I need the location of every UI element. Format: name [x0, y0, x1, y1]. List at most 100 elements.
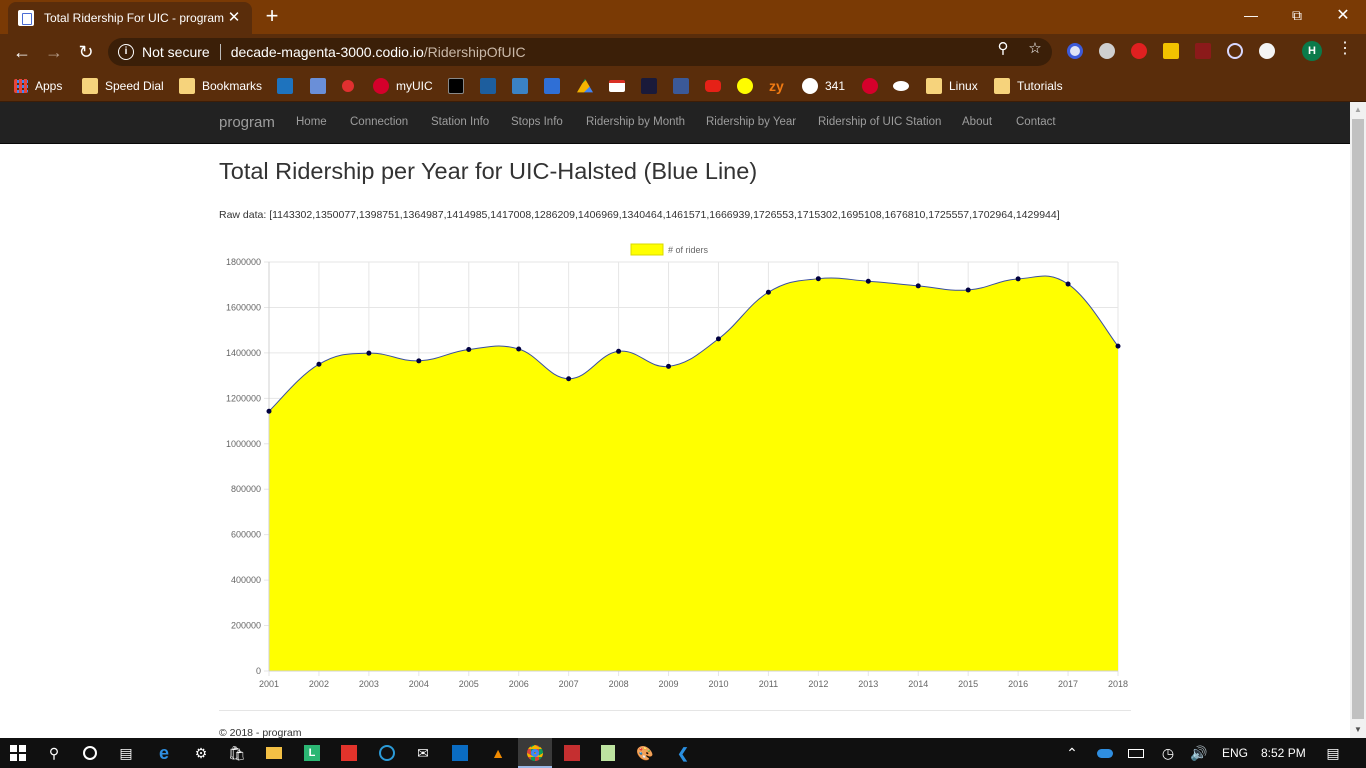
- nav-ridership-by-year[interactable]: Ridership by Year: [706, 116, 796, 128]
- extension-pdf-icon[interactable]: [1195, 43, 1211, 59]
- app-red-icon[interactable]: [340, 744, 358, 762]
- tray-chevron-icon[interactable]: ⌃: [1063, 744, 1081, 762]
- app-red-square-icon[interactable]: [563, 744, 581, 762]
- store-icon[interactable]: 🛍: [228, 744, 246, 762]
- mail-icon[interactable]: ✉: [414, 744, 432, 762]
- windows-start-icon[interactable]: [9, 744, 27, 762]
- site-brand-link[interactable]: program: [219, 114, 275, 131]
- search-icon[interactable]: ⚲: [45, 744, 63, 762]
- x-tick-label: 2001: [259, 679, 279, 689]
- extension-block-icon[interactable]: [1067, 43, 1083, 59]
- nav-about[interactable]: About: [962, 116, 992, 128]
- close-tab-icon[interactable]: ✕: [226, 10, 242, 26]
- extension-clock-icon[interactable]: [1259, 43, 1275, 59]
- bookmark-gmail[interactable]: [609, 76, 632, 96]
- address-bar[interactable]: i Not secure decade-magenta-3000.codio.i…: [108, 38, 1052, 66]
- bookmark-v[interactable]: [641, 76, 664, 96]
- drive-icon: [577, 78, 593, 93]
- forward-button[interactable]: →: [42, 41, 66, 63]
- browser-toolbar: ← → ↻ i Not secure decade-magenta-3000.c…: [0, 34, 1366, 70]
- nav-station-info[interactable]: Station Info: [431, 116, 489, 128]
- bookmark-facebook[interactable]: [673, 76, 696, 96]
- volume-icon[interactable]: 🔊: [1190, 744, 1208, 762]
- bookmark-p[interactable]: [512, 76, 535, 96]
- onedrive-icon[interactable]: [1096, 744, 1114, 762]
- nav-ridership-by-month[interactable]: Ridership by Month: [586, 116, 685, 128]
- data-point: [915, 283, 921, 289]
- extension-globe-icon[interactable]: [1099, 43, 1115, 59]
- bookmark-youtube[interactable]: [705, 76, 728, 96]
- scroll-up-arrow-icon[interactable]: ▲: [1350, 102, 1366, 118]
- vlc-icon[interactable]: ▲: [489, 744, 507, 762]
- zoom-icon[interactable]: ⚲: [994, 40, 1012, 58]
- paint-icon[interactable]: 🎨: [636, 744, 654, 762]
- bookmark-star-icon[interactable]: ☆: [1026, 40, 1044, 58]
- browser-menu-icon[interactable]: ⋮: [1336, 40, 1354, 58]
- bookmark-c[interactable]: [544, 76, 567, 96]
- app-l-icon[interactable]: L: [303, 744, 321, 762]
- language-indicator[interactable]: ENG: [1222, 746, 1248, 760]
- bookmark-red[interactable]: [342, 76, 361, 96]
- bookmark-speed-dial[interactable]: Speed Dial: [82, 76, 164, 96]
- profile-avatar[interactable]: H: [1302, 41, 1322, 61]
- site-info-icon[interactable]: i: [118, 44, 134, 60]
- codio-icon[interactable]: [378, 744, 396, 762]
- new-tab-button[interactable]: +: [262, 5, 282, 27]
- outlook-icon[interactable]: [451, 744, 469, 762]
- extension-react-icon[interactable]: [1227, 43, 1243, 59]
- reload-button[interactable]: ↻: [74, 41, 98, 63]
- extension-hand-icon[interactable]: [1131, 43, 1147, 59]
- scroll-thumb[interactable]: [1352, 119, 1364, 719]
- notepad-icon[interactable]: [599, 744, 617, 762]
- battery-icon[interactable]: [1127, 744, 1145, 762]
- bookmark-apps[interactable]: Apps: [14, 76, 62, 96]
- site-navbar: program Home Connection Station Info Sto…: [0, 102, 1350, 144]
- bookmark-label: 341: [825, 79, 846, 93]
- clock[interactable]: 8:52 PM: [1261, 746, 1306, 760]
- docs-icon: [310, 78, 326, 94]
- notifications-icon[interactable]: ▤: [1324, 744, 1342, 762]
- address-host: decade-magenta-3000.codio.io: [230, 44, 424, 60]
- scroll-down-arrow-icon[interactable]: ▼: [1350, 722, 1366, 738]
- bookmark-zybooks[interactable]: zy: [769, 76, 784, 96]
- bookmark-box[interactable]: [277, 76, 300, 96]
- bookmark-tutorials[interactable]: Tutorials: [994, 76, 1063, 96]
- browser-tab[interactable]: Total Ridership For UIC - program ✕: [8, 2, 252, 34]
- file-explorer-icon[interactable]: [265, 744, 283, 762]
- bookmark-uic[interactable]: [862, 76, 885, 96]
- close-window-button[interactable]: ✕: [1320, 0, 1366, 30]
- bookmark-snapchat[interactable]: [737, 76, 760, 96]
- x-tick-label: 2011: [759, 679, 778, 689]
- bookmark-myuic[interactable]: myUIC: [373, 76, 433, 96]
- bookmark-341[interactable]: 341: [802, 76, 845, 96]
- x-tick-label: 2017: [1058, 679, 1078, 689]
- settings-app-icon[interactable]: ⚙: [192, 744, 210, 762]
- page-scrollbar[interactable]: ▲ ▼: [1350, 102, 1366, 738]
- cortana-icon[interactable]: [81, 744, 99, 762]
- wifi-icon[interactable]: ◷: [1159, 744, 1177, 762]
- nav-contact[interactable]: Contact: [1016, 116, 1056, 128]
- extension-notes-icon[interactable]: [1163, 43, 1179, 59]
- bookmark-blackboard[interactable]: [448, 76, 471, 96]
- minimize-window-button[interactable]: —: [1228, 0, 1274, 30]
- x-tick-label: 2004: [409, 679, 429, 689]
- vscode-icon[interactable]: ❮: [674, 744, 692, 762]
- nav-home[interactable]: Home: [296, 116, 327, 128]
- bookmark-uic-text[interactable]: [893, 76, 916, 96]
- restore-window-button[interactable]: ⧉: [1274, 0, 1320, 30]
- edge-icon[interactable]: e: [155, 743, 173, 763]
- chrome-icon[interactable]: [526, 744, 544, 762]
- bookmark-linux[interactable]: Linux: [926, 76, 978, 96]
- folder-icon: [926, 78, 942, 94]
- back-button[interactable]: ←: [10, 41, 34, 63]
- nav-connection[interactable]: Connection: [350, 116, 408, 128]
- nav-ridership-of-uic-station[interactable]: Ridership of UIC Station: [818, 116, 941, 128]
- task-view-icon[interactable]: ▤: [117, 744, 135, 762]
- bookmark-bookmarks[interactable]: Bookmarks: [179, 76, 262, 96]
- bookmark-docs[interactable]: [310, 76, 333, 96]
- nav-stops-info[interactable]: Stops Info: [511, 116, 563, 128]
- bookmark-ic[interactable]: [480, 76, 503, 96]
- data-point: [1115, 343, 1121, 349]
- bookmark-drive[interactable]: [577, 76, 600, 96]
- data-point: [516, 346, 522, 352]
